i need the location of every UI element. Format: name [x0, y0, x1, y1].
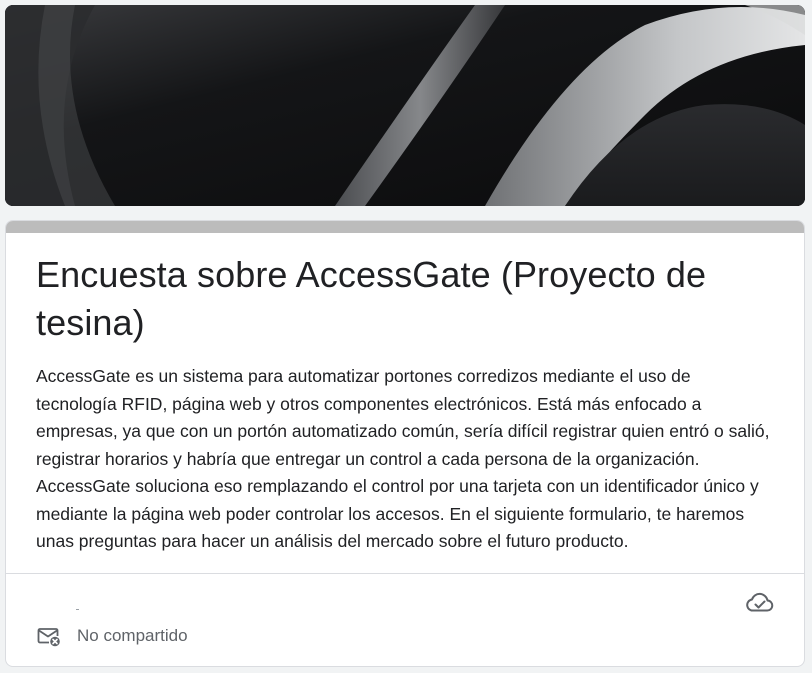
form-description: AccessGate es un sistema para automatiza… — [36, 366, 770, 551]
separator-dash — [76, 609, 79, 610]
form-page: Encuesta sobre AccessGate (Proyecto de t… — [0, 0, 812, 673]
share-status: No compartido — [37, 625, 188, 647]
form-header-card: Encuesta sobre AccessGate (Proyecto de t… — [5, 220, 805, 667]
mail-x-icon — [37, 625, 61, 647]
abstract-banner-art — [5, 5, 805, 206]
theme-accent-bar — [6, 221, 804, 233]
header-banner-image — [5, 5, 805, 206]
share-status-label: No compartido — [77, 626, 188, 645]
cloud-check-icon[interactable] — [746, 591, 774, 615]
card-divider — [6, 573, 804, 574]
form-title: Encuesta sobre AccessGate (Proyecto de t… — [36, 254, 707, 343]
